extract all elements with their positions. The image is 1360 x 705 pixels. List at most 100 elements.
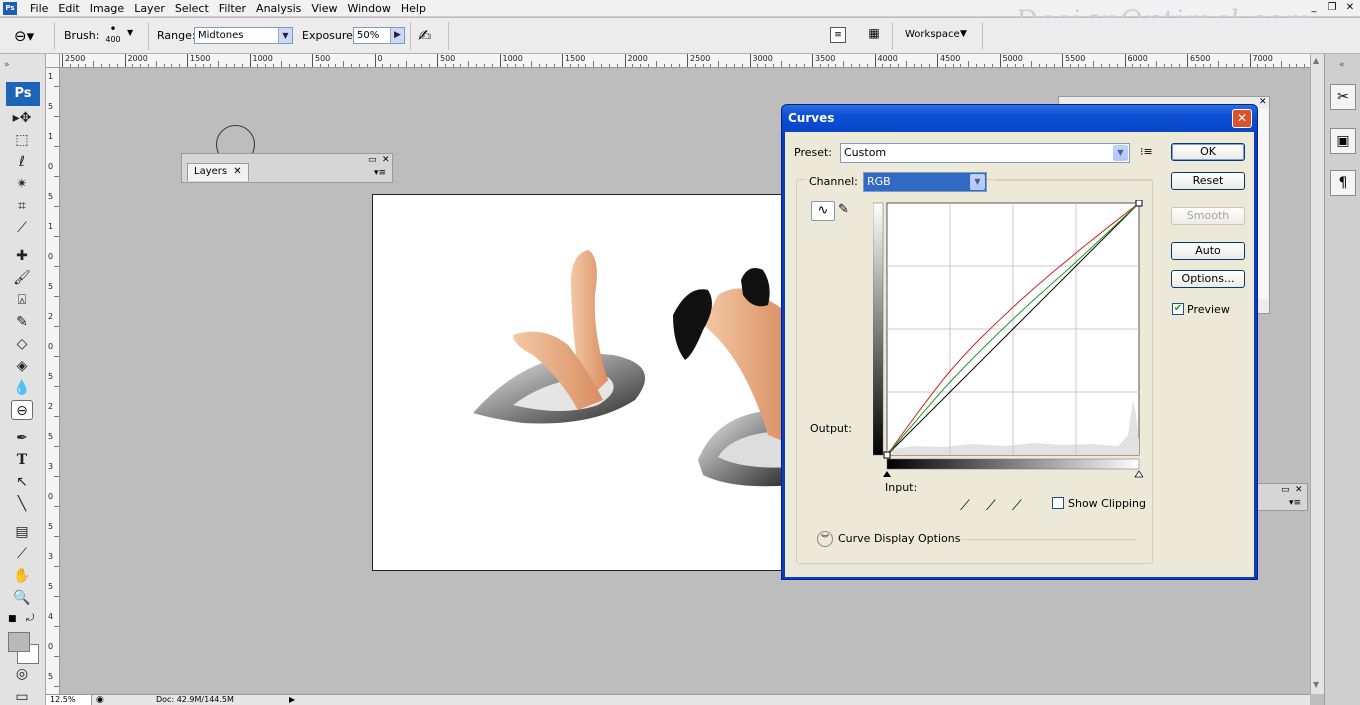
hand-tool-icon[interactable]: ✋ [11,566,33,586]
show-clipping-label[interactable]: Show Clipping [1068,497,1146,510]
preset-select[interactable]: Custom ▼ [840,143,1130,163]
curve-display-options-label[interactable]: Curve Display Options [838,532,960,545]
menu-select[interactable]: Select [170,1,214,16]
scroll-down-icon[interactable]: ▼ [1313,680,1319,689]
slice-tool-icon[interactable]: ⟋ [11,218,33,238]
menu-edit[interactable]: Edit [53,1,84,16]
notes-tool-icon[interactable]: ▤ [11,522,33,542]
history-brush-tool-icon[interactable]: ✎ [11,312,33,332]
menu-analysis[interactable]: Analysis [251,1,306,16]
magic-wand-tool-icon[interactable]: ✴ [11,174,33,194]
panel-minimize-icon[interactable]: ▭ [368,155,377,165]
document-canvas[interactable] [372,194,792,571]
ruler-tick-label: 2500 [687,54,710,67]
workspace-label[interactable]: Workspace [905,29,960,40]
white-point-slider[interactable] [1134,470,1143,478]
lasso-tool-icon[interactable]: ℓ [11,152,33,172]
panel-close-icon[interactable]: ✕ [382,155,390,165]
gray-eyedropper-icon[interactable]: ⟋ [986,498,996,514]
minimize-button[interactable]: _ [1308,1,1320,15]
channel-select[interactable]: RGB ▼ [863,172,987,192]
menu-window[interactable]: Window [342,1,395,16]
panel-close-icon[interactable]: ✕ [1259,97,1267,107]
paint-bucket-tool-icon[interactable]: ◈ [11,356,33,376]
zoom-field[interactable]: 12.5% [46,695,92,705]
auto-button[interactable]: Auto [1171,242,1245,260]
show-clipping-checkbox[interactable] [1052,497,1064,509]
clone-stamp-tool-icon[interactable]: ⍓ [11,290,33,310]
brush-dropdown-icon[interactable]: ▼ [127,28,133,37]
quick-mask-icon[interactable]: ◎ [11,664,33,684]
eyedropper-tool-icon[interactable]: ⟋ [11,544,33,564]
panel-menu-icon[interactable]: ▾≡ [374,168,386,178]
paragraph-icon[interactable]: ¶ [1330,170,1356,196]
screen-mode-icon[interactable]: ▭ [11,687,33,705]
brush-tool-icon[interactable]: 🖌 [11,268,33,288]
status-menu-arrow-icon[interactable]: ▶ [289,695,295,705]
ok-button[interactable]: OK [1171,143,1245,161]
tool-presets-icon[interactable]: ✂ [1330,84,1356,110]
type-tool-icon[interactable]: T [11,450,33,470]
zoom-tool-icon[interactable]: 🔍 [11,588,33,608]
sponge-tool-icon[interactable]: ⊖ [11,400,33,420]
curve-endpoint-black[interactable] [883,451,891,459]
preview-label[interactable]: Preview [1187,303,1230,316]
panel-menu-icon[interactable]: ▾≡ [1289,498,1301,508]
menu-file[interactable]: File [25,1,53,16]
range-select[interactable]: Midtones ▼ [194,27,293,44]
pen-tool-icon[interactable]: ✒ [11,428,33,448]
swap-colors-icon[interactable]: ⤾ [26,613,34,624]
airbrush-icon[interactable]: ✍ [418,26,431,45]
eraser-tool-icon[interactable]: ◇ [11,334,33,354]
black-eyedropper-icon[interactable]: ⟋ [960,498,970,514]
close-icon[interactable]: ✕ [233,166,241,177]
blur-tool-icon[interactable]: 💧 [11,378,33,398]
menu-layer[interactable]: Layer [129,1,170,16]
vertical-scrollbar[interactable]: ▲ ▼ [1310,54,1324,694]
move-tool-icon[interactable]: ▸✥ [11,108,33,128]
workspace-dropdown-icon[interactable]: ▼ [960,29,967,39]
status-info-icon[interactable]: ◉ [96,695,104,705]
options-button[interactable]: Options... [1171,270,1245,288]
preview-checkbox[interactable]: ✔ [1172,303,1184,315]
menu-image[interactable]: Image [85,1,129,16]
brush-preview[interactable]: • 400 [103,23,123,45]
line-tool-icon[interactable]: ╲ [11,494,33,514]
panel-minimize-icon[interactable]: ▭ [1281,485,1290,495]
white-eyedropper-icon[interactable]: ⟋ [1012,498,1022,514]
dialog-close-button[interactable]: ✕ [1232,109,1252,128]
expand-dock-icon[interactable]: « [1339,60,1345,70]
chevron-expand-icon[interactable]: ︾ [817,531,833,547]
preset-options-icon[interactable]: ⁝≡ [1140,145,1153,158]
arrow-right-icon[interactable]: ▶ [390,28,404,43]
curves-graph[interactable] [873,200,1143,485]
path-selection-tool-icon[interactable]: ↖ [11,472,33,492]
ruler-origin[interactable] [46,54,60,68]
default-colors-icon[interactable]: ■ [8,614,17,624]
restore-button[interactable]: ❐ [1326,1,1338,15]
reset-button[interactable]: Reset [1171,172,1245,190]
marquee-tool-icon[interactable]: ⬚ [11,130,33,150]
menu-filter[interactable]: Filter [214,1,251,16]
scroll-up-icon[interactable]: ▲ [1313,56,1319,65]
tab-layers[interactable]: Layers ✕ [187,163,249,181]
navigator-icon[interactable]: ▣ [1330,128,1356,154]
menu-view[interactable]: View [306,1,342,16]
foreground-color-swatch[interactable] [8,632,30,652]
menu-help[interactable]: Help [396,1,431,16]
black-point-slider[interactable] [883,471,891,477]
close-window-button[interactable]: ✕ [1344,1,1356,15]
bridge-icon[interactable]: ≡ [830,27,846,43]
workspace-switch-icon[interactable]: ▦ [862,26,886,44]
smooth-button[interactable]: Smooth [1171,207,1245,225]
dialog-titlebar[interactable]: Curves ✕ [782,105,1257,132]
curve-edit-icon[interactable]: ∿ [811,201,835,221]
exposure-field[interactable]: 50% ▶ [353,27,405,44]
curve-endpoint-white[interactable] [1135,200,1143,207]
healing-brush-tool-icon[interactable]: ✚ [11,246,33,266]
crop-tool-icon[interactable]: ⌗ [11,196,33,216]
panel-close-icon[interactable]: ✕ [1295,485,1303,495]
collapse-chevron-icon[interactable]: » [4,60,10,70]
sponge-tool-preset-icon[interactable]: ⊖▾ [14,27,34,45]
pencil-icon[interactable]: ✎ [838,202,849,217]
